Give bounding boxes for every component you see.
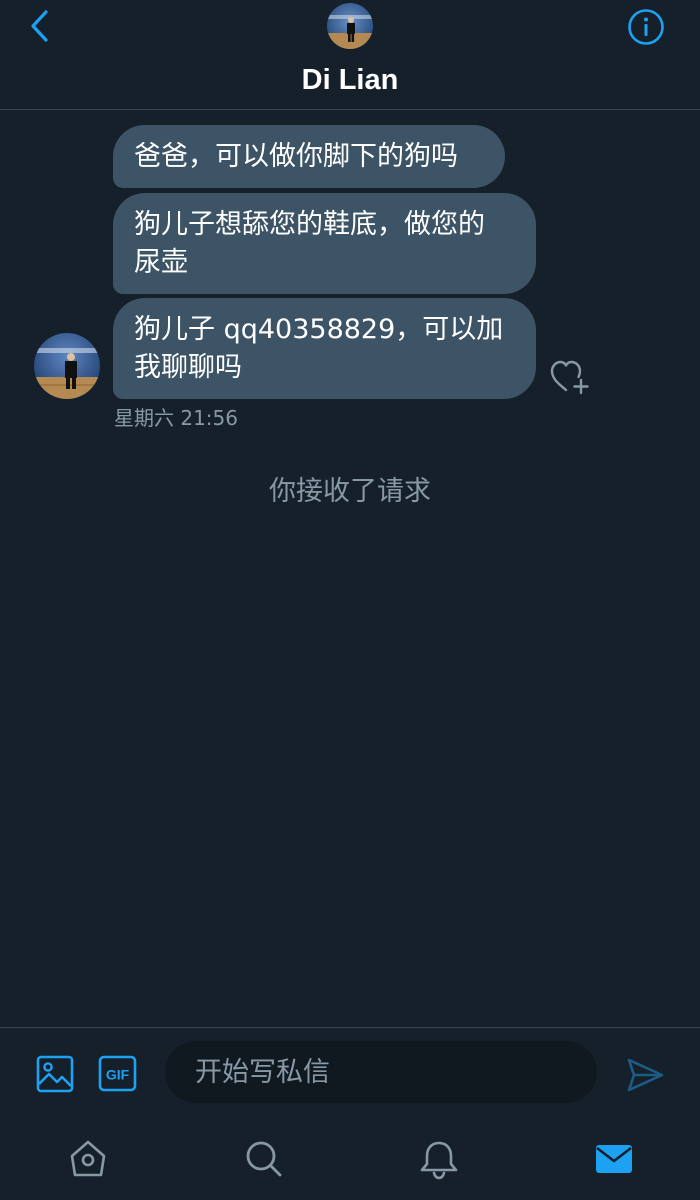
- search-icon: [246, 1141, 282, 1177]
- avatar-image: [34, 333, 100, 399]
- home-icon: [70, 1140, 106, 1177]
- add-image-button[interactable]: [36, 1055, 74, 1093]
- request-accepted-notice: 你接收了请求: [269, 476, 431, 507]
- message-timestamp: 星期六 21:56: [114, 406, 238, 430]
- image-icon: [36, 1055, 74, 1093]
- message-input[interactable]: [165, 1041, 597, 1103]
- bell-icon: [420, 1141, 458, 1180]
- back-button[interactable]: [22, 8, 58, 44]
- like-message-button[interactable]: [549, 358, 591, 396]
- conversation-title: Di Lian: [301, 64, 399, 96]
- gif-label: GIF: [106, 1067, 130, 1083]
- mail-icon: [596, 1145, 632, 1173]
- heart-plus-icon: [550, 360, 589, 395]
- tab-search[interactable]: [241, 1137, 285, 1181]
- send-button[interactable]: [625, 1055, 665, 1095]
- tab-notifications[interactable]: [417, 1137, 461, 1181]
- message-bubble[interactable]: 狗儿子 qq40358829，可以加 我聊聊吗: [113, 298, 536, 399]
- gif-icon: GIF: [98, 1055, 137, 1092]
- tab-messages[interactable]: [592, 1137, 636, 1181]
- info-circle-icon: [628, 9, 664, 45]
- add-gif-button[interactable]: GIF: [98, 1055, 137, 1092]
- conversation-header: Di Lian: [0, 0, 700, 110]
- message-bubble[interactable]: 爸爸，可以做你脚下的狗吗: [113, 125, 505, 188]
- message-bubble[interactable]: 狗儿子想舔您的鞋底，做您的 尿壶: [113, 193, 536, 294]
- bottom-tab-bar: [0, 1119, 700, 1200]
- avatar-image: [327, 3, 373, 49]
- info-button[interactable]: [626, 7, 666, 47]
- dm-conversation-screen: Di Lian 爸爸，可以做你脚下的狗吗 狗儿子想舔您的鞋底，做您的 尿壶 狗儿…: [0, 0, 700, 1200]
- chevron-left-icon: [31, 10, 48, 42]
- sender-avatar[interactable]: [34, 333, 100, 399]
- header-avatar[interactable]: [327, 3, 373, 49]
- message-text: 爸爸，可以做你脚下的狗吗: [134, 140, 458, 172]
- message-text: 狗儿子 qq40358829，可以加 我聊聊吗: [134, 313, 504, 383]
- message-composer: GIF: [0, 1027, 700, 1119]
- tab-home[interactable]: [66, 1137, 110, 1181]
- message-text: 狗儿子想舔您的鞋底，做您的 尿壶: [134, 208, 485, 278]
- send-icon: [627, 1058, 664, 1092]
